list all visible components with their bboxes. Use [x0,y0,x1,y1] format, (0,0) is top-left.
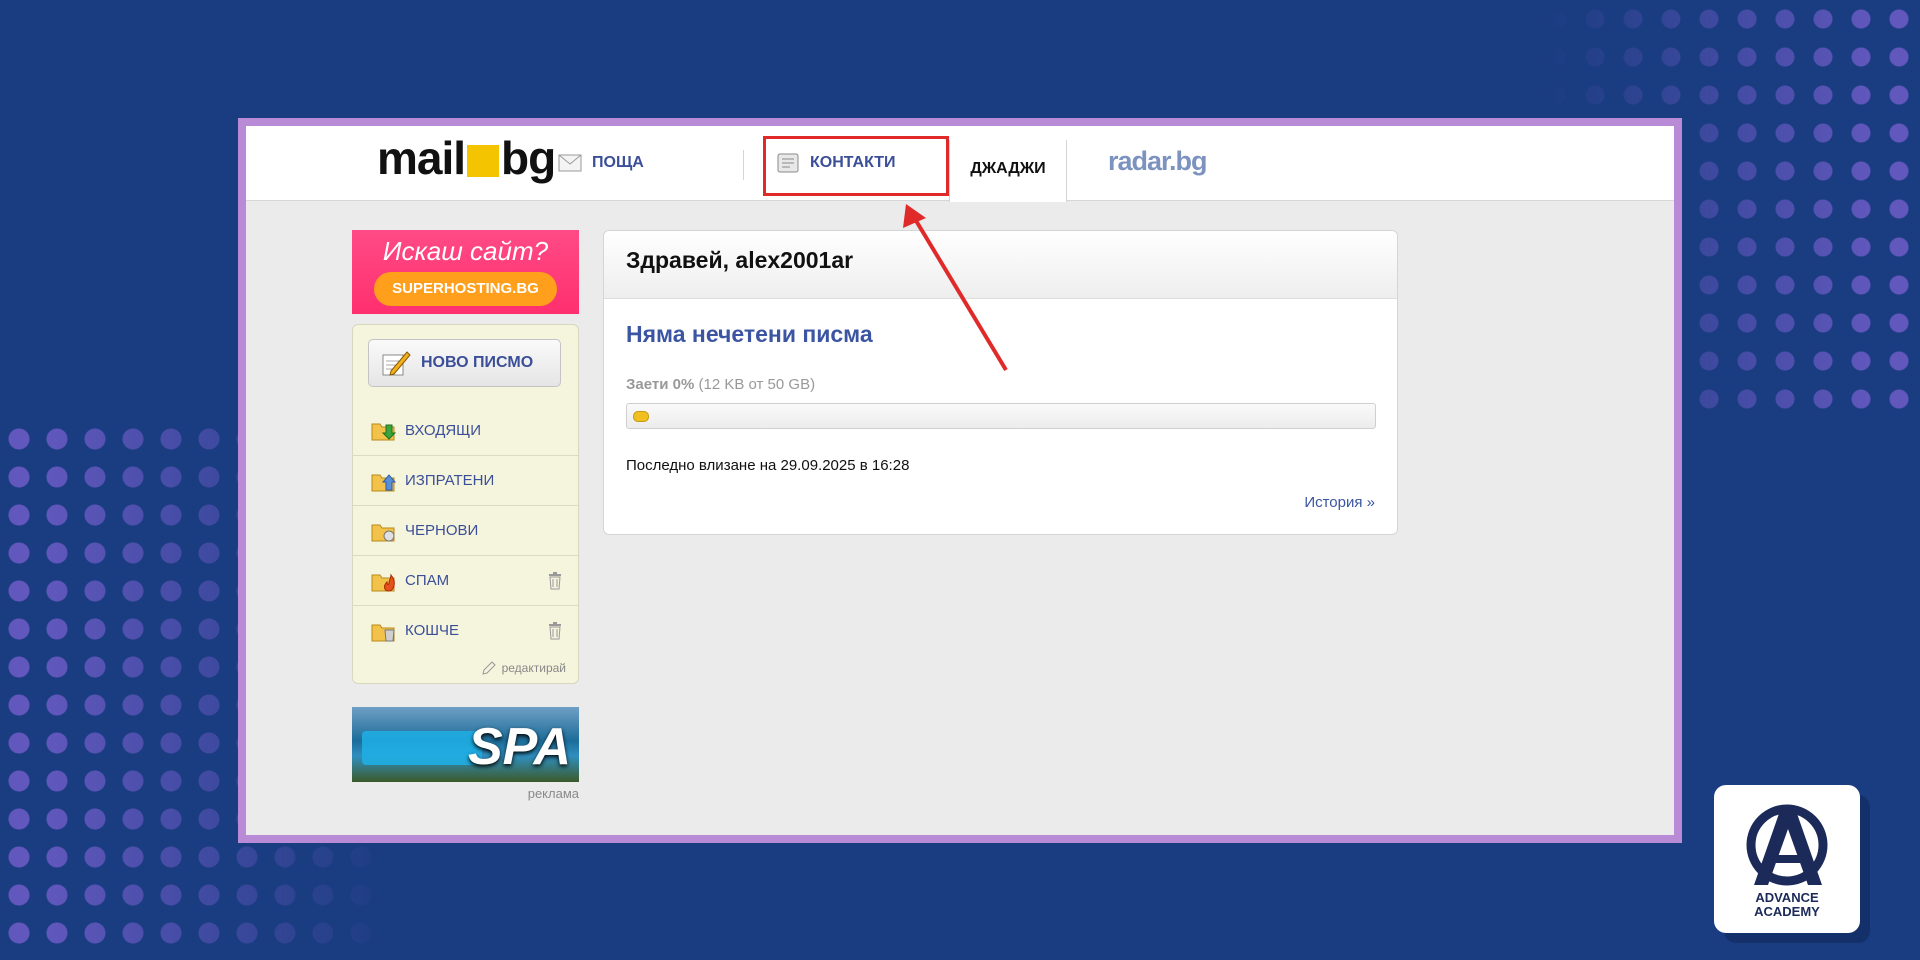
advance-academy-emblem-icon [1746,804,1828,886]
screenshot-frame: mail bg ПОЩА КОНТАКТИ ДЖАДЖИ radar.bg Ис… [238,118,1682,843]
advance-academy-logo: ADVANCE ACADEMY [1714,785,1860,933]
advance-academy-wordmark: ADVANCE ACADEMY [1754,890,1820,919]
mail-bg-page: mail bg ПОЩА КОНТАКТИ ДЖАДЖИ radar.bg Ис… [246,126,1674,835]
red-annotation-arrow [903,204,1008,372]
